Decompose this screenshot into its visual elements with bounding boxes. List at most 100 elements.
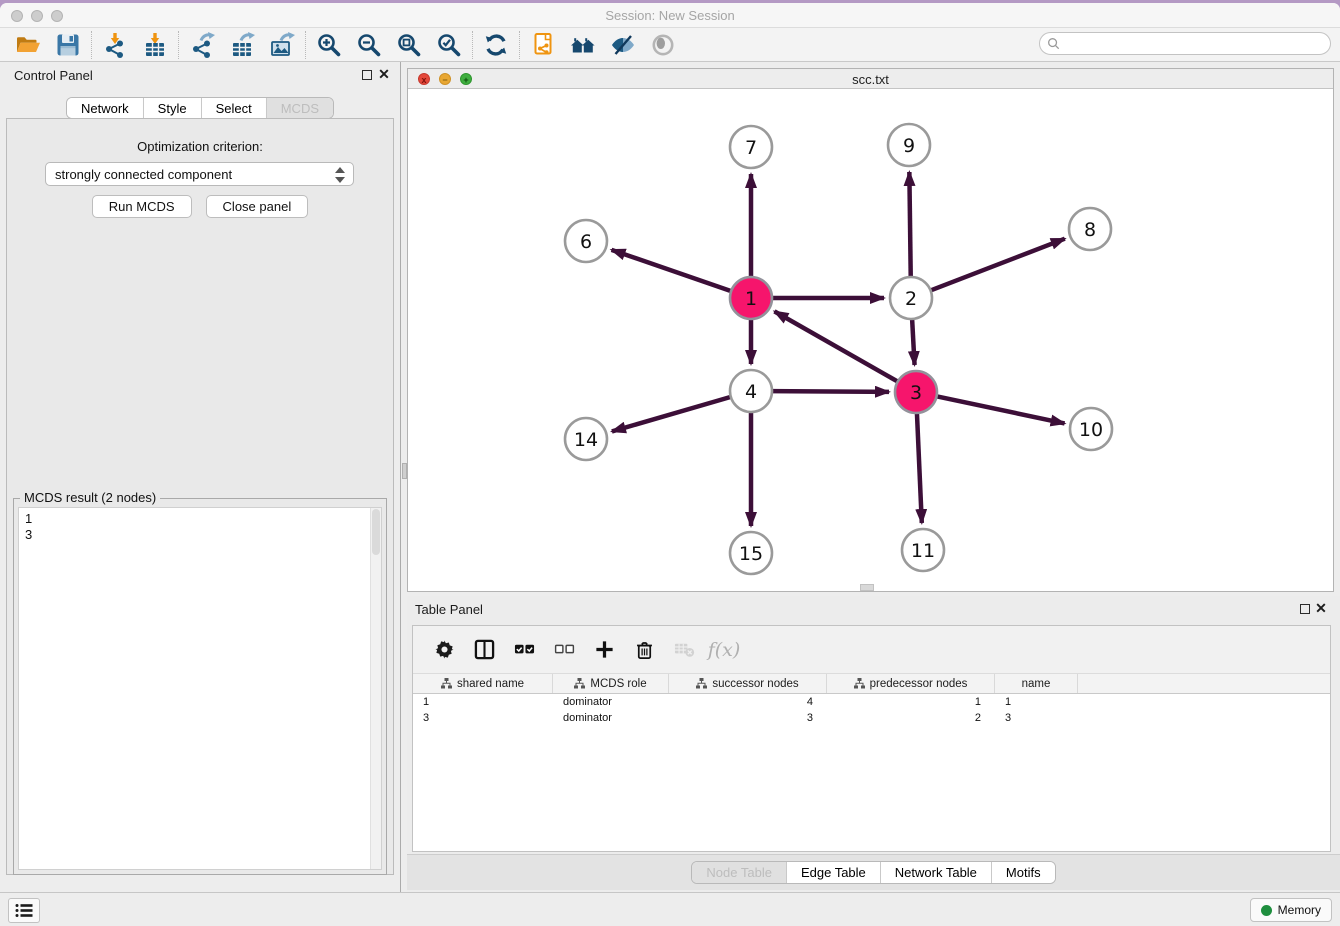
hide-selected-button[interactable]	[603, 30, 643, 60]
node-label: 9	[903, 135, 915, 157]
column-header-name[interactable]: name	[995, 674, 1078, 693]
search-field[interactable]	[1039, 32, 1331, 55]
import-network-button[interactable]	[95, 30, 135, 60]
control-panel-header: Control Panel ✕	[0, 62, 400, 88]
edge-4-14[interactable]	[612, 397, 731, 432]
export-network-button[interactable]	[182, 30, 222, 60]
open-session-button[interactable]	[8, 30, 48, 60]
show-all-button[interactable]	[643, 30, 683, 60]
result-line: 1	[25, 511, 375, 527]
edge-3-1[interactable]	[774, 311, 897, 381]
table-panel-float-icon[interactable]	[1300, 604, 1310, 614]
tab-edge-table[interactable]: Edge Table	[787, 862, 881, 883]
edge-3-11[interactable]	[917, 413, 922, 523]
apply-layout-button[interactable]	[476, 30, 516, 60]
column-header-label: predecessor nodes	[870, 678, 968, 690]
node-7[interactable]: 7	[730, 126, 772, 168]
memory-button[interactable]: Memory	[1250, 898, 1332, 922]
edge-2-9[interactable]	[909, 172, 910, 277]
tab-style[interactable]: Style	[144, 98, 202, 118]
zoom-in-button[interactable]	[309, 30, 349, 60]
node-label: 1	[745, 288, 757, 310]
deselect-all-icon	[554, 639, 575, 660]
node-15[interactable]: 15	[730, 532, 772, 574]
tab-network[interactable]: Network	[67, 98, 144, 118]
control-panel: Control Panel ✕ NetworkStyleSelectMCDS O…	[0, 62, 400, 892]
canvas-splitter-handle[interactable]	[860, 584, 874, 591]
settings-gear-icon	[434, 639, 455, 660]
node-table-container: f(x) shared nameMCDS rolesuccessor nodes…	[412, 625, 1331, 852]
column-header-predecessor-nodes[interactable]: predecessor nodes	[827, 674, 995, 693]
zoom-out-button[interactable]	[349, 30, 389, 60]
duplicate-network-button[interactable]	[523, 30, 563, 60]
table-cell: 3	[413, 710, 553, 726]
zoom-fit-content-button[interactable]	[389, 30, 429, 60]
zoom-selected-button[interactable]	[429, 30, 469, 60]
node-3[interactable]: 3	[895, 371, 937, 413]
table-cell: 1	[827, 694, 995, 710]
close-panel-button[interactable]: Close panel	[206, 195, 309, 218]
export-image-button[interactable]	[262, 30, 302, 60]
import-table-button[interactable]	[135, 30, 175, 60]
export-table-button[interactable]	[222, 30, 262, 60]
table-panel-close-icon[interactable]: ✕	[1314, 600, 1328, 616]
show-all-icon	[650, 32, 676, 58]
node-9[interactable]: 9	[888, 124, 930, 166]
show-panels-button[interactable]	[8, 898, 40, 923]
search-input[interactable]	[1060, 37, 1330, 51]
table-cell: 4	[669, 694, 827, 710]
first-neighbors-button[interactable]	[563, 30, 603, 60]
tab-select[interactable]: Select	[202, 98, 267, 118]
select-all-button[interactable]	[509, 635, 539, 665]
deselect-all-button[interactable]	[549, 635, 579, 665]
delete-entry-button[interactable]	[629, 635, 659, 665]
edge-3-10[interactable]	[937, 396, 1065, 423]
edge-2-8[interactable]	[931, 239, 1065, 291]
tab-node-table[interactable]: Node Table	[692, 862, 787, 883]
run-mcds-button[interactable]: Run MCDS	[92, 195, 192, 218]
chevron-up-down-icon	[334, 166, 346, 184]
control-panel-close-icon[interactable]: ✕	[377, 66, 391, 82]
node-6[interactable]: 6	[565, 220, 607, 262]
table-row[interactable]: 1dominator411	[413, 694, 1330, 710]
node-11[interactable]: 11	[902, 529, 944, 571]
tab-network-table[interactable]: Network Table	[881, 862, 992, 883]
edge-1-6[interactable]	[612, 250, 732, 291]
node-1[interactable]: 1	[730, 277, 772, 319]
toolbar-separator	[305, 31, 306, 59]
table-panel-title: Table Panel	[415, 602, 483, 617]
network-canvas[interactable]: 7 9 6 8 1 2 4 3 14 10 15 11	[408, 89, 1333, 591]
function-builder-button: f(x)	[709, 635, 739, 665]
control-panel-title: Control Panel	[14, 68, 93, 83]
settings-gear-button[interactable]	[429, 635, 459, 665]
result-scrollbar[interactable]	[370, 508, 381, 869]
node-label: 10	[1079, 419, 1103, 441]
application-window: Session: New Session Control Panel ✕ Net…	[0, 3, 1340, 926]
add-entry-button[interactable]	[589, 635, 619, 665]
node-2[interactable]: 2	[890, 277, 932, 319]
tab-mcds[interactable]: MCDS	[267, 98, 333, 118]
save-session-button[interactable]	[48, 30, 88, 60]
node-8[interactable]: 8	[1069, 208, 1111, 250]
table-row[interactable]: 3dominator323	[413, 710, 1330, 726]
edge-4-3[interactable]	[772, 391, 889, 392]
column-header-successor-nodes[interactable]: successor nodes	[669, 674, 827, 693]
export-image-icon	[269, 32, 295, 58]
mcds-result-textarea[interactable]: 13	[18, 507, 382, 870]
table-cell: 3	[669, 710, 827, 726]
criterion-select[interactable]: strongly connected component	[45, 162, 354, 186]
node-4[interactable]: 4	[730, 370, 772, 412]
column-header-MCDS-role[interactable]: MCDS role	[553, 674, 669, 693]
column-header-shared-name[interactable]: shared name	[413, 674, 553, 693]
toolbar-separator	[91, 31, 92, 59]
column-chooser-button[interactable]	[469, 635, 499, 665]
node-label: 15	[739, 543, 763, 565]
control-panel-float-icon[interactable]	[362, 70, 372, 80]
node-14[interactable]: 14	[565, 418, 607, 460]
panel-splitter[interactable]	[400, 62, 407, 892]
node-10[interactable]: 10	[1070, 408, 1112, 450]
tab-motifs[interactable]: Motifs	[992, 862, 1055, 883]
table-header-row: shared nameMCDS rolesuccessor nodes prede…	[413, 674, 1330, 694]
edge-2-3[interactable]	[912, 319, 914, 365]
node-label: 14	[574, 429, 598, 451]
